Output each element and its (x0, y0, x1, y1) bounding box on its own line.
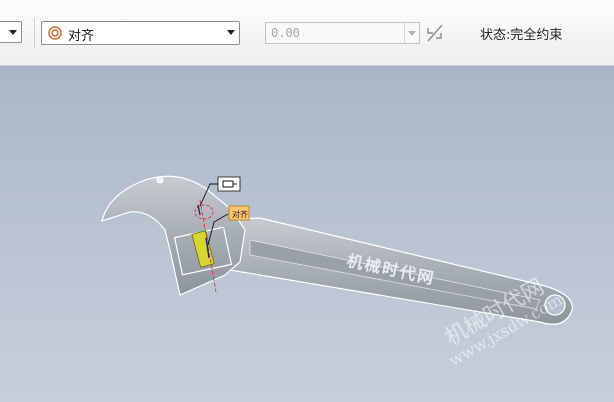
left-dropdown[interactable] (0, 21, 22, 43)
constraint-callout-2[interactable]: 对齐 (228, 205, 250, 221)
constraint-status: 状态:完全约束 (480, 28, 563, 43)
constraint-callout-1[interactable] (217, 176, 241, 192)
model-canvas: 机械时代网 对齐 机械时代网 www.jxsdw.com (101, 175, 573, 370)
offset-value-input[interactable]: 0.00 (265, 22, 420, 44)
chevron-down-icon[interactable] (404, 23, 419, 43)
constraint-type-label: 对齐 (68, 29, 95, 44)
concentric-circles-icon (48, 26, 62, 40)
toolbar-separator (34, 18, 35, 48)
chevron-down-icon (227, 30, 235, 35)
offset-value: 0.00 (271, 26, 300, 40)
flip-arrow-icon[interactable] (425, 22, 445, 44)
dashboard-toolbar: 对齐 0.00 状态:完全约束 (0, 0, 614, 66)
constraint-type-select[interactable]: 对齐 (41, 21, 240, 45)
chevron-down-icon (9, 30, 17, 35)
constraint-callout-label: 对齐 (232, 209, 248, 219)
graphics-viewport[interactable]: 机械时代网 对齐 机械时代网 www.jxsdw.com (0, 66, 614, 402)
